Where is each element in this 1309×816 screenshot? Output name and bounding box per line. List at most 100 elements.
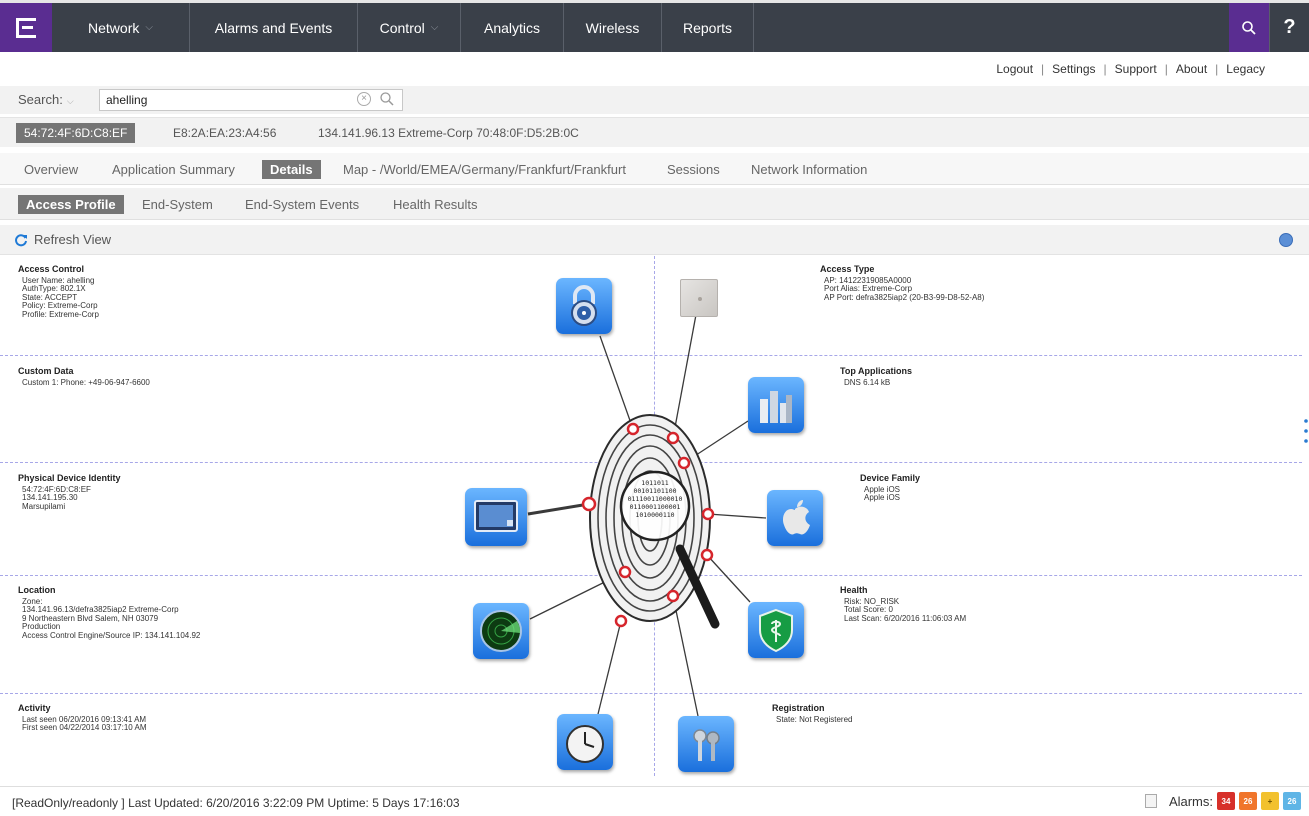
nav-tab-analytics[interactable]: Analytics <box>461 3 564 52</box>
search-type-dropdown[interactable]: Search: ⌵ <box>18 92 74 107</box>
refresh-icon <box>15 233 27 246</box>
nav-tab-reports[interactable]: Reports <box>662 3 754 52</box>
applications-tile[interactable] <box>748 377 804 433</box>
tab-network-information[interactable]: Network Information <box>743 160 875 179</box>
tab-overview[interactable]: Overview <box>16 160 86 179</box>
tab-sessions[interactable]: Sessions <box>659 160 728 179</box>
alarm-critical-badge[interactable]: 34 <box>1217 792 1235 810</box>
connection-point <box>618 565 632 579</box>
nav-tab-alarms-events[interactable]: Alarms and Events <box>190 3 358 52</box>
connector-line <box>672 595 699 717</box>
nav-tab-network[interactable]: Network ⌵ <box>52 3 190 52</box>
extreme-logo[interactable] <box>0 3 52 52</box>
laptop-tile[interactable] <box>465 488 527 546</box>
connection-point <box>626 422 640 436</box>
registration-tile[interactable] <box>678 716 734 772</box>
logout-link[interactable]: Logout <box>996 62 1033 76</box>
connection-point <box>677 456 691 470</box>
legacy-link[interactable]: Legacy <box>1226 62 1265 76</box>
alarms-summary: Alarms: 34 26 + 26 <box>1144 792 1301 810</box>
tab-health-results[interactable]: Health Results <box>385 195 486 214</box>
health-tile[interactable] <box>748 602 804 658</box>
nav-tab-control[interactable]: Control ⌵ <box>358 3 461 52</box>
separator: | <box>1041 62 1045 76</box>
activity-tile[interactable] <box>557 714 613 770</box>
location-tile[interactable] <box>473 603 529 659</box>
binary-line: 0110001100001 <box>629 503 681 511</box>
radar-icon <box>480 610 522 652</box>
search-icon[interactable] <box>379 91 395 107</box>
tab-details[interactable]: Details <box>262 160 321 179</box>
lock-tile[interactable] <box>556 278 612 334</box>
settings-link[interactable]: Settings <box>1052 62 1095 76</box>
top-navigation-bar: Network ⌵ Alarms and Events Control ⌵ Anal… <box>0 0 1309 52</box>
nav-tab-label: Wireless <box>585 19 640 36</box>
binary-line: 01110011000010 <box>627 495 683 503</box>
alarm-info-badge[interactable]: 26 <box>1283 792 1301 810</box>
access-point-device[interactable] <box>680 279 718 317</box>
nav-tab-label: Reports <box>682 19 733 36</box>
logo-e-icon <box>16 17 36 38</box>
document-icon[interactable] <box>1144 794 1157 808</box>
refresh-view-button[interactable]: Refresh View <box>14 232 111 247</box>
clear-icon[interactable]: × <box>357 92 371 106</box>
alarm-warning-badge[interactable]: + <box>1261 792 1279 810</box>
connector-line <box>706 554 751 603</box>
toolbar: Refresh View <box>0 225 1309 255</box>
identifier-option[interactable]: 134.141.96.13 Extreme-Corp 70:48:0F:D5:2… <box>318 126 579 140</box>
tab-access-profile[interactable]: Access Profile <box>18 195 124 214</box>
nav-tab-label: Network <box>88 19 140 36</box>
panel-expand-handle[interactable] <box>1301 416 1309 446</box>
sub-tabs: Access Profile End-System End-System Eve… <box>0 188 1309 220</box>
connector-line <box>599 335 634 430</box>
chevron-down-icon: ⌵ <box>66 96 74 106</box>
nav-tab-label: Analytics <box>483 19 541 36</box>
applications-icon <box>760 391 792 423</box>
about-link[interactable]: About <box>1176 62 1207 76</box>
access-profile-panel: Access Control User Name: ahelling AuthT… <box>0 256 1309 783</box>
connection-point <box>666 589 680 603</box>
connector-line <box>597 620 622 715</box>
connection-point <box>701 507 715 521</box>
identifier-option[interactable]: E8:2A:EA:23:A4:56 <box>173 126 276 140</box>
status-text: [ReadOnly/readonly ] Last Updated: 6/20/… <box>12 796 460 810</box>
nav-tab-wireless[interactable]: Wireless <box>564 3 662 52</box>
alarm-error-badge[interactable]: 26 <box>1239 792 1257 810</box>
connector-line <box>672 303 699 439</box>
chevron-down-icon: ⌵ <box>145 22 153 33</box>
fingerprint-graphic <box>527 303 767 717</box>
alarms-label: Alarms: <box>1168 793 1213 809</box>
access-point-icon <box>698 297 702 301</box>
device-family-tile[interactable] <box>767 490 823 546</box>
shield-icon <box>759 608 793 653</box>
status-bar: [ReadOnly/readonly ] Last Updated: 6/20/… <box>0 786 1309 816</box>
connection-point <box>614 614 628 628</box>
laptop-icon <box>474 500 518 532</box>
help-button[interactable]: ? <box>1269 3 1309 52</box>
help-icon[interactable] <box>1279 233 1293 247</box>
tab-end-system-events[interactable]: End-System Events <box>237 195 367 214</box>
support-link[interactable]: Support <box>1115 62 1157 76</box>
utility-links: Logout | Settings | Support | About | Legacy <box>996 62 1265 76</box>
fingerprint-binary: 1011011 00101101100 01110011000010 01100… <box>627 479 683 519</box>
connector-line <box>527 502 590 516</box>
binary-line: 1010000110 <box>635 511 675 519</box>
tab-application-summary[interactable]: Application Summary <box>104 160 243 179</box>
identifier-selected[interactable]: 54:72:4F:6D:C8:EF <box>16 123 136 143</box>
fingerprint-icon <box>589 414 720 629</box>
keys-icon <box>693 729 720 761</box>
chevron-down-icon: ⌵ <box>430 22 439 33</box>
tab-map[interactable]: Map - /World/EMEA/Germany/Frankfurt/Fran… <box>335 160 634 179</box>
refresh-label: Refresh View <box>34 232 112 247</box>
tab-end-system[interactable]: End-System <box>134 195 221 214</box>
nav-search-button[interactable] <box>1229 3 1269 52</box>
identifier-row: 54:72:4F:6D:C8:EF E8:2A:EA:23:A4:56 134.… <box>0 117 1309 147</box>
search-row: Search:⌵ × <box>0 86 1309 114</box>
search-label: Search: <box>18 92 63 107</box>
binary-line: 00101101100 <box>633 487 677 495</box>
detail-tabs: Overview Application Summary Details Map… <box>0 153 1309 185</box>
connection-point <box>581 496 597 512</box>
connection-point <box>700 548 714 562</box>
connector-line <box>707 513 767 519</box>
